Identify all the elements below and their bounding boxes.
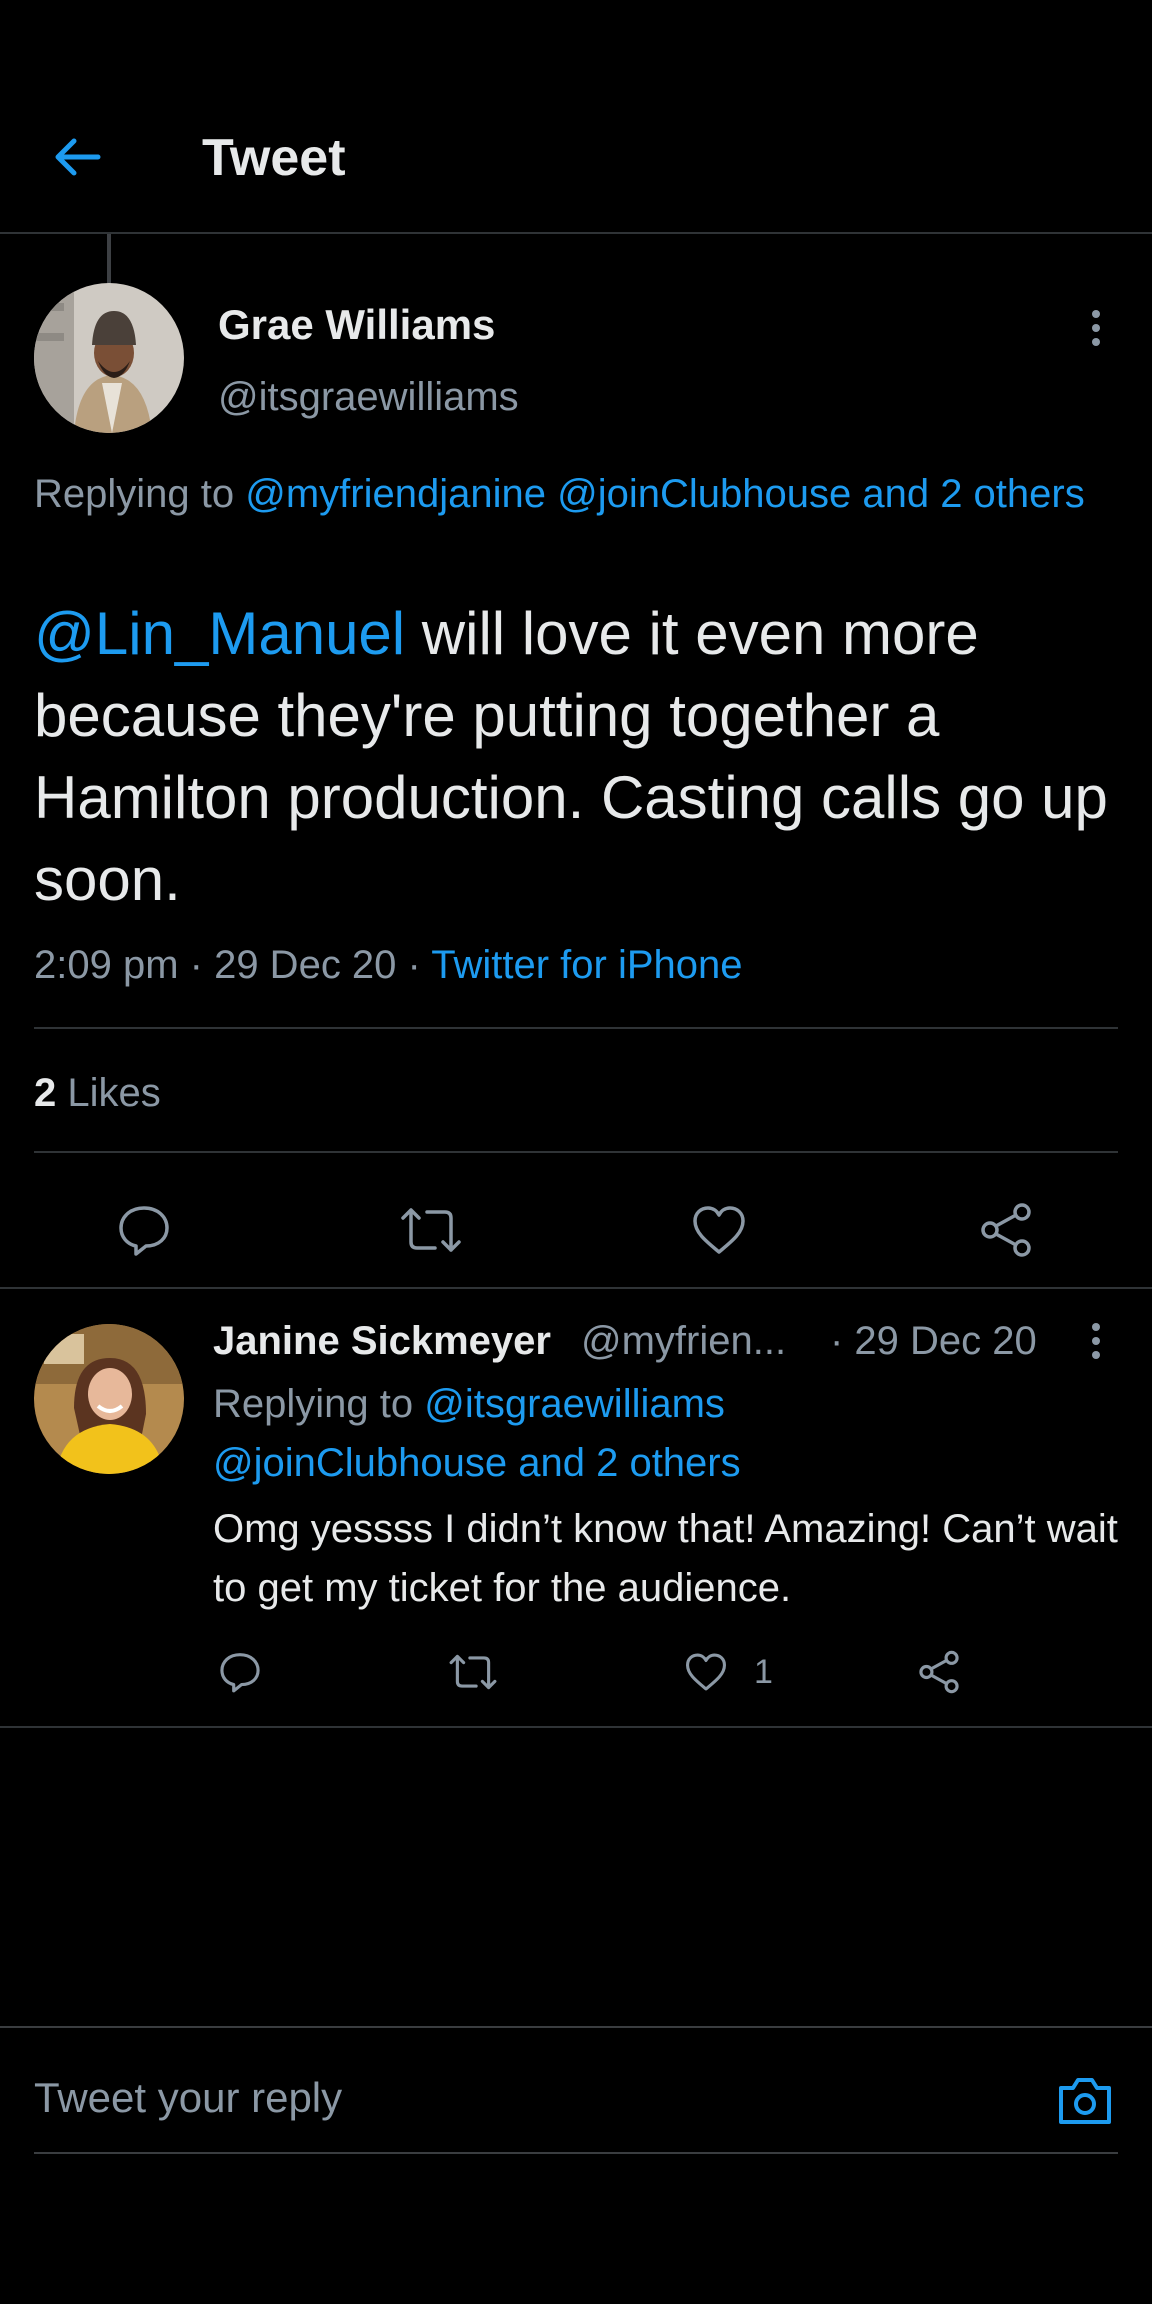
replying-to-label: Replying to	[34, 472, 235, 516]
replying-to-link[interactable]: @itsgraewilliams	[424, 1382, 725, 1426]
tweet-metadata: 2:09 pm · 29 Dec 20 · Twitter for iPhone	[34, 937, 743, 993]
more-options-button[interactable]	[1076, 298, 1116, 358]
divider	[34, 1027, 1118, 1029]
camera-icon	[1059, 2078, 1111, 2124]
reply-icon	[220, 1653, 260, 1693]
reply-retweet-button[interactable]	[448, 1650, 498, 1694]
replying-to: Replying to @myfriendjanine @joinClubhou…	[34, 465, 1114, 524]
reply-more-options-button[interactable]	[1076, 1311, 1116, 1371]
more-vertical-icon	[1092, 1323, 1100, 1359]
heart-icon	[693, 1206, 745, 1254]
heart-icon	[686, 1653, 726, 1691]
retweet-icon	[401, 1208, 461, 1252]
page-title: Tweet	[202, 129, 346, 187]
tweet-text: @Lin_Manuel will love it even more becau…	[34, 593, 1124, 921]
reply-like-button[interactable]: 1	[684, 1650, 773, 1694]
reply-share-button[interactable]	[917, 1650, 961, 1694]
divider	[0, 1287, 1152, 1289]
reply-author-name[interactable]: Janine Sickmeyer	[213, 1316, 551, 1366]
share-button[interactable]	[966, 1190, 1046, 1270]
reply-compose-input[interactable]: Tweet your reply	[34, 2068, 994, 2128]
tweet-time: 2:09 pm	[34, 943, 179, 987]
likes-label: Likes	[67, 1071, 161, 1115]
replying-to-label: Replying to	[213, 1382, 414, 1426]
reply-date: · 29 Dec 20	[830, 1319, 1037, 1363]
thread-connector-line	[107, 234, 111, 284]
divider	[0, 1726, 1152, 1728]
back-button[interactable]	[44, 124, 110, 190]
compose-top-border	[0, 2026, 1152, 2028]
more-vertical-icon	[1092, 310, 1100, 346]
top-app-bar: Tweet	[0, 0, 1152, 234]
like-button[interactable]	[679, 1190, 759, 1270]
tweet-source-link[interactable]: Twitter for iPhone	[431, 943, 742, 987]
reply-reply-button[interactable]	[218, 1650, 262, 1694]
camera-button[interactable]	[1052, 2068, 1118, 2134]
reply-replying-to: Replying to @itsgraewilliams @joinClubho…	[213, 1375, 1113, 1493]
replying-to-links[interactable]: @joinClubhouse and 2 others	[213, 1441, 741, 1485]
mention-link[interactable]: @Lin_Manuel	[34, 600, 405, 667]
likes-number: 2	[34, 1071, 57, 1115]
reply-text: Omg yessss I didn’t know that! Amazing! …	[213, 1507, 1118, 1610]
reply-button[interactable]	[104, 1190, 184, 1270]
compose-bottom-border	[34, 2152, 1118, 2154]
author-name[interactable]: Grae Williams	[218, 300, 495, 350]
author-avatar[interactable]	[34, 283, 184, 433]
replying-to-links[interactable]: @myfriendjanine @joinClubhouse and 2 oth…	[245, 472, 1084, 516]
reply-author-handle[interactable]: @myfrien...	[581, 1316, 786, 1366]
retweet-icon	[449, 1654, 497, 1690]
arrow-left-icon	[55, 138, 101, 176]
reply-like-count: 1	[754, 1652, 773, 1691]
likes-count[interactable]: 2 Likes	[34, 1065, 161, 1121]
share-icon	[919, 1650, 959, 1694]
reply-icon	[119, 1206, 169, 1256]
author-handle[interactable]: @itsgraewilliams	[218, 372, 519, 422]
separator: ·	[178, 943, 215, 987]
reply-author-avatar[interactable]	[34, 1324, 184, 1474]
separator: ·	[396, 943, 432, 987]
share-icon	[981, 1203, 1031, 1257]
retweet-button[interactable]	[391, 1190, 471, 1270]
tweet-date: 29 Dec 20	[214, 943, 397, 987]
divider	[34, 1151, 1118, 1153]
